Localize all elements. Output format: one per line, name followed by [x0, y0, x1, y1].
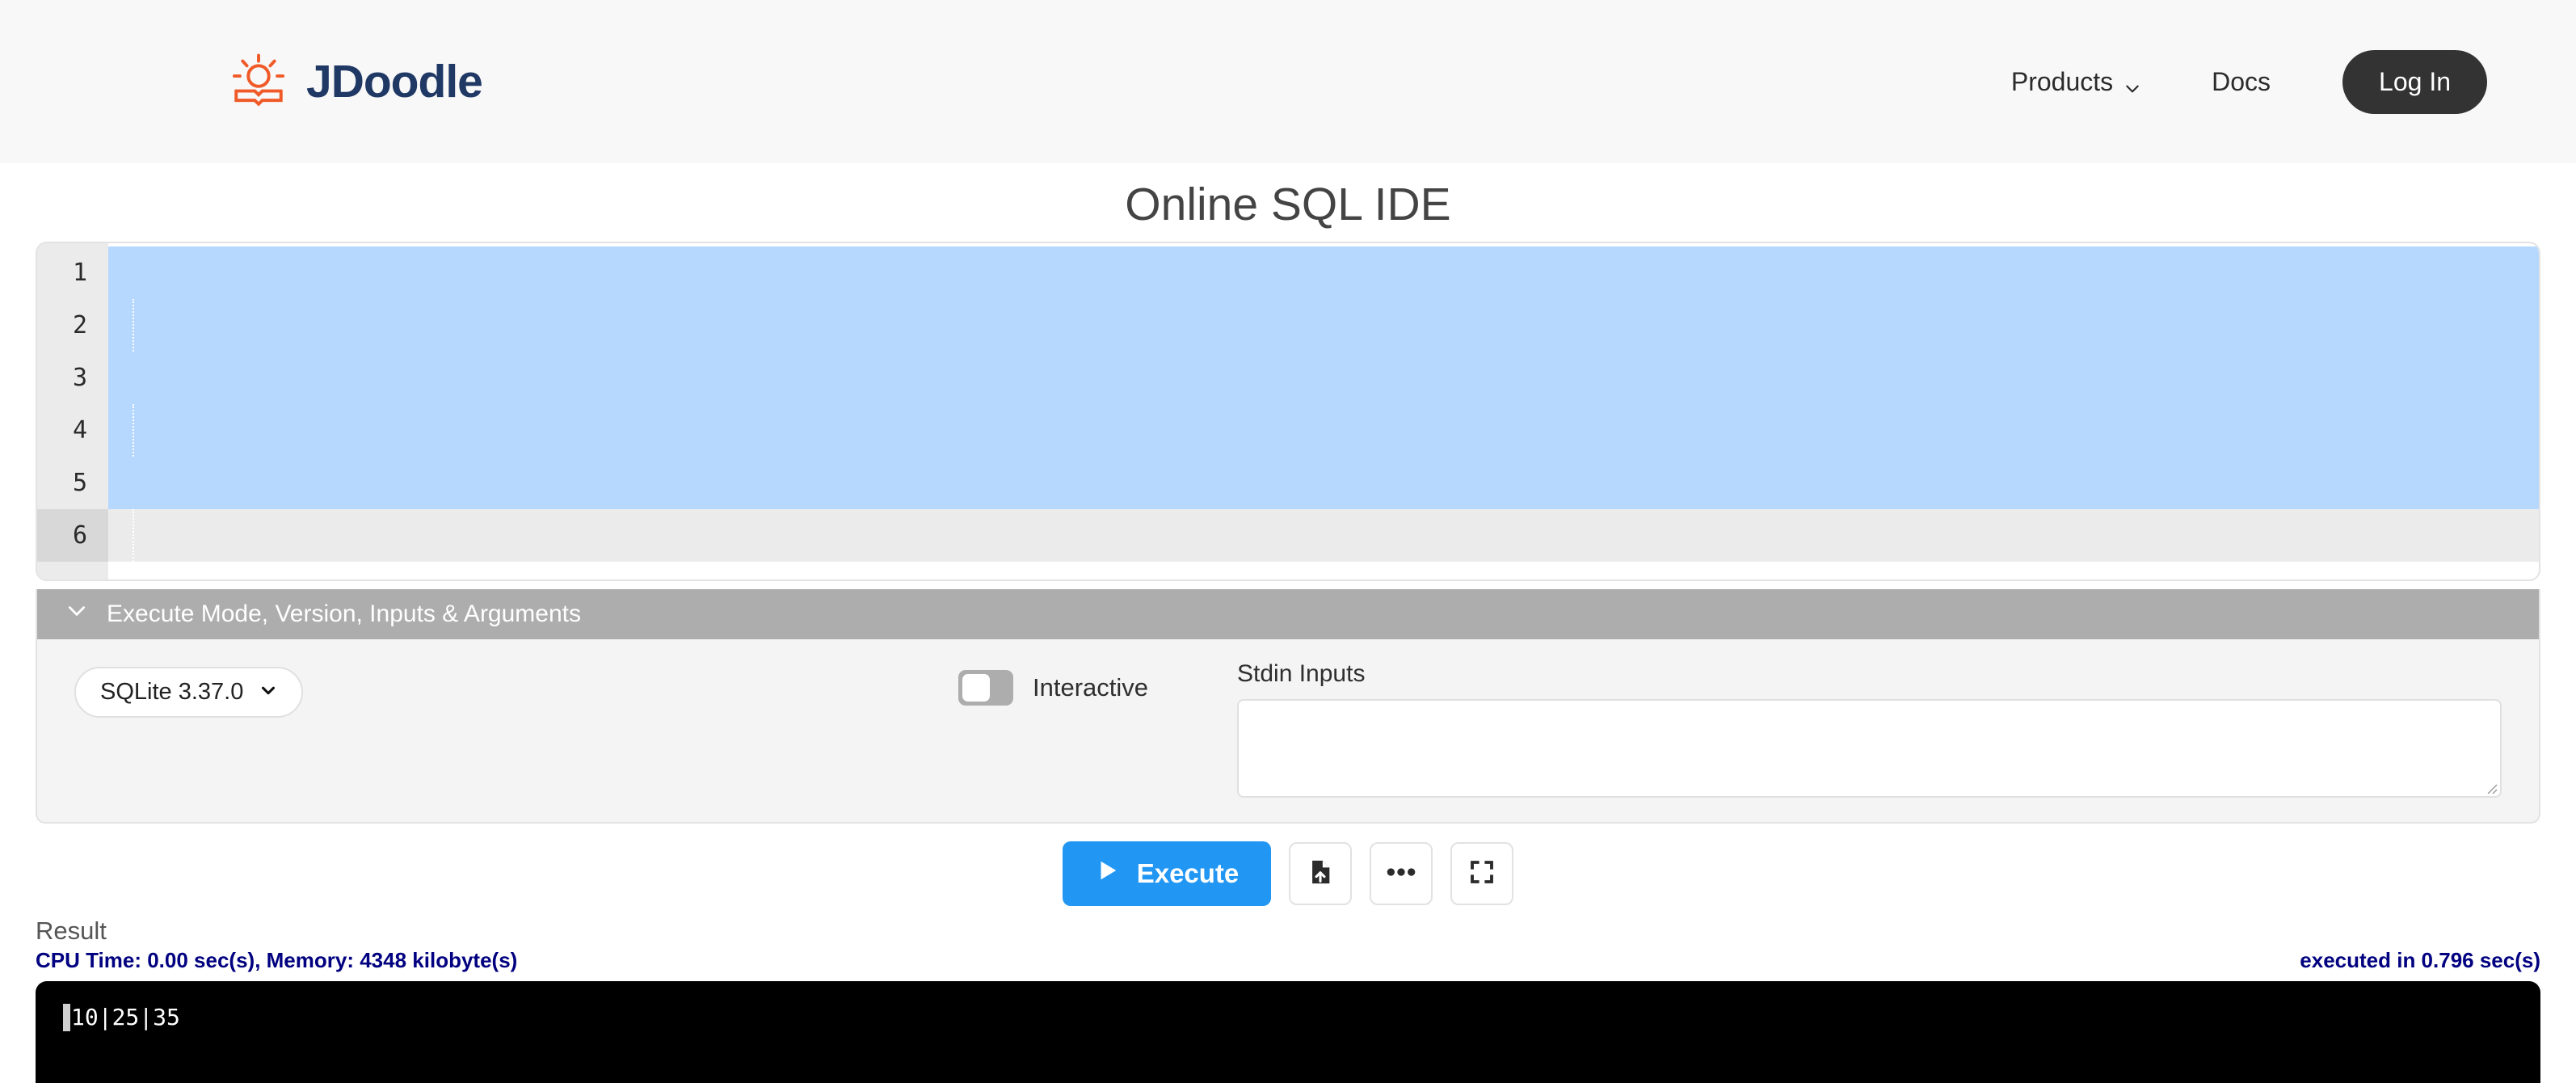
site-header: JDoodle Products Docs Log In	[0, 0, 2576, 163]
execute-button-label: Execute	[1136, 858, 1240, 888]
editor-gutter: 1 2 3 4 5 6	[37, 242, 108, 579]
console-output-text: 10|25|35	[71, 1004, 180, 1031]
execute-options-panel: Execute Mode, Version, Inputs & Argument…	[36, 588, 2540, 824]
fullscreen-button[interactable]	[1450, 841, 1514, 905]
code-line-2[interactable]: create table calc(x int, y int);	[108, 298, 2539, 445]
open-file-button[interactable]	[1289, 841, 1353, 905]
code-editor[interactable]: 1 2 3 4 5 6 create table calc(x int, y i…	[36, 241, 2540, 581]
indent-guide	[133, 298, 134, 352]
cpu-memory-stats: CPU Time: 0.00 sec(s), Memory: 4348 kilo…	[36, 947, 518, 972]
stdin-input[interactable]	[1237, 698, 2502, 798]
action-bar: Execute	[0, 824, 2576, 917]
fullscreen-icon	[1469, 859, 1495, 887]
brand-logo-link[interactable]: JDoodle	[229, 52, 483, 112]
stdin-label: Stdin Inputs	[1237, 659, 1366, 687]
main-nav: Products Docs Log In	[1976, 49, 2487, 114]
page-title: Online SQL IDE	[1125, 179, 1451, 230]
sun-over-book-icon	[229, 52, 288, 112]
chevron-down-icon	[66, 600, 87, 628]
file-upload-icon	[1307, 858, 1334, 888]
resize-handle-icon[interactable]	[2483, 780, 2498, 794]
code-line-5[interactable]	[108, 456, 2539, 509]
execute-options-header[interactable]: Execute Mode, Version, Inputs & Argument…	[37, 588, 2539, 639]
chevron-down-icon	[2124, 74, 2140, 93]
execute-button[interactable]: Execute	[1062, 841, 1272, 906]
nav-item-docs-label: Docs	[2212, 66, 2271, 96]
line-number: 3	[72, 363, 87, 392]
chevron-down-icon	[259, 679, 277, 706]
execute-options-body: SQLite 3.37.0 Interactive Stdin Inputs	[37, 639, 2539, 822]
line-number-active: 6	[37, 508, 108, 562]
line-number: 1	[72, 258, 87, 287]
editor-code-area[interactable]: create table calc(x int, y int); insert …	[108, 243, 2539, 579]
toggle-knob	[962, 673, 990, 702]
language-version-value: SQLite 3.37.0	[100, 678, 244, 705]
login-button[interactable]: Log In	[2342, 49, 2487, 114]
result-section: Result CPU Time: 0.00 sec(s), Memory: 43…	[0, 917, 2576, 1083]
brand-name: JDoodle	[306, 55, 483, 107]
execute-options-title: Execute Mode, Version, Inputs & Argument…	[107, 600, 581, 627]
stdin-block: Stdin Inputs	[1237, 660, 2502, 798]
code-line-4[interactable]: insert into calc values(10, 25);	[108, 403, 2539, 550]
executed-in-stat: executed in 0.796 sec(s)	[2300, 947, 2540, 972]
more-options-button[interactable]	[1370, 841, 1433, 905]
result-meta-row: CPU Time: 0.00 sec(s), Memory: 4348 kilo…	[36, 948, 2540, 973]
interactive-mode-group: Interactive	[958, 669, 1148, 706]
code-line-1[interactable]	[108, 246, 2539, 299]
ellipsis-icon	[1386, 866, 1416, 880]
output-console[interactable]: 10|25|35	[36, 980, 2540, 1083]
nav-item-docs[interactable]: Docs	[2176, 67, 2306, 97]
play-icon	[1095, 858, 1119, 889]
indent-guide	[133, 508, 134, 562]
line-number: 4	[72, 415, 87, 445]
interactive-toggle[interactable]	[958, 669, 1013, 706]
code-line-6[interactable]: select x,y, (x+y) from calc;	[108, 508, 2539, 562]
code-line-3[interactable]	[108, 351, 2539, 404]
interactive-label: Interactive	[1032, 672, 1148, 702]
result-title: Result	[36, 916, 107, 945]
nav-item-products[interactable]: Products	[1976, 67, 2176, 97]
nav-item-products-label: Products	[2010, 66, 2114, 96]
indent-guide	[133, 403, 134, 457]
line-number: 5	[72, 468, 87, 497]
console-cursor	[63, 1003, 70, 1031]
console-output-line: 10|25|35	[63, 1003, 2513, 1031]
language-version-select[interactable]: SQLite 3.37.0	[74, 666, 304, 718]
line-number: 2	[72, 310, 87, 339]
